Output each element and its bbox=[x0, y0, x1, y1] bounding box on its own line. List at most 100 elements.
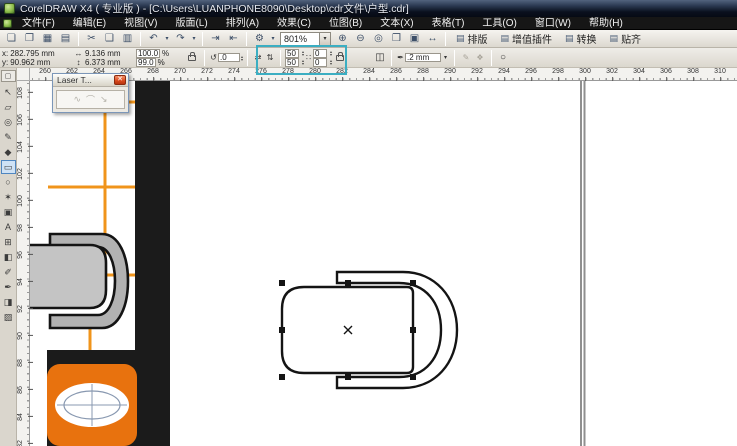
handle-bottom-left[interactable] bbox=[279, 374, 285, 380]
table-tool[interactable]: ⊞ bbox=[1, 235, 16, 249]
symmetry-icon[interactable]: ✎ bbox=[459, 53, 473, 62]
perspective-icon[interactable]: ❖ bbox=[473, 53, 487, 62]
rotation-value[interactable]: .0 bbox=[218, 53, 240, 62]
undo-button[interactable]: ↶ bbox=[145, 31, 162, 47]
mirror-horizontal-button[interactable]: ⇄ bbox=[252, 53, 264, 62]
radius-br-spinner[interactable]: ▴▾ bbox=[330, 59, 332, 65]
ellipse-tool[interactable]: ○ bbox=[1, 175, 16, 189]
interactive-fill-tool[interactable]: ▨ bbox=[1, 310, 16, 324]
handle-middle-left[interactable] bbox=[279, 327, 285, 333]
fill-tool[interactable]: ◨ bbox=[1, 295, 16, 309]
object-height-value[interactable]: 6.373 mm bbox=[85, 58, 121, 67]
scale-h-value[interactable]: 100.0 bbox=[136, 49, 160, 58]
redo-dropdown[interactable]: ▾ bbox=[190, 31, 198, 47]
handle-top-right[interactable] bbox=[410, 280, 416, 286]
radius-link-icon[interactable]: ∷ bbox=[304, 53, 313, 62]
toolbar-button-snap[interactable]: ▤贴齐 bbox=[604, 31, 648, 47]
pick-tool[interactable]: ↖ bbox=[1, 85, 16, 99]
toolbar-button-value-added-plugins[interactable]: ▤增值插件 bbox=[495, 31, 559, 47]
polygon-tool[interactable]: ✶ bbox=[1, 190, 16, 204]
outline-width-value[interactable]: .2 mm bbox=[405, 53, 441, 62]
zoom-all-button[interactable]: ❒ bbox=[388, 31, 405, 47]
toolbar-button-convert[interactable]: ▤转换 bbox=[559, 31, 603, 47]
app-launcher-button[interactable]: ⚙ bbox=[251, 31, 268, 47]
toolbox-top-button[interactable]: ▢ bbox=[1, 70, 16, 82]
menu-item-file[interactable]: 文件(F) bbox=[14, 17, 63, 30]
laser-tool-icon-3[interactable]: ↘ bbox=[100, 94, 108, 105]
menu-item-help[interactable]: 帮助(H) bbox=[581, 17, 631, 30]
close-icon[interactable]: ✕ bbox=[114, 75, 126, 85]
menu-item-bitmaps[interactable]: 位图(B) bbox=[321, 17, 370, 30]
app-launcher-dropdown[interactable]: ▾ bbox=[269, 31, 277, 47]
toilet-tank-shape[interactable] bbox=[30, 245, 106, 308]
paste-button[interactable]: ▥ bbox=[119, 31, 136, 47]
scale-lock-button[interactable] bbox=[188, 55, 196, 61]
menu-item-view[interactable]: 视图(V) bbox=[116, 17, 165, 30]
zoom-tool[interactable]: ◎ bbox=[1, 115, 16, 129]
eyedropper-tool[interactable]: ✐ bbox=[1, 265, 16, 279]
import-button[interactable]: ⇥ bbox=[207, 31, 224, 47]
text-tool[interactable]: A bbox=[1, 220, 16, 234]
open-button[interactable]: ❐ bbox=[21, 31, 38, 47]
undo-dropdown[interactable]: ▾ bbox=[163, 31, 171, 47]
freehand-tool[interactable]: ✎ bbox=[1, 130, 16, 144]
radius-tr-spinner[interactable]: ▴▾ bbox=[330, 50, 332, 56]
mirror-vertical-button[interactable]: ⇅ bbox=[264, 53, 276, 62]
zoom-page-button[interactable]: ▣ bbox=[406, 31, 423, 47]
handle-bottom-right[interactable] bbox=[410, 374, 416, 380]
open-curve-icon[interactable]: ○ bbox=[496, 52, 510, 63]
x-position-value[interactable]: 282.795 mm bbox=[10, 49, 54, 58]
laser-toolbar-titlebar[interactable]: Laser T... ✕ bbox=[53, 74, 128, 87]
radius-top-left-value[interactable]: 50 bbox=[285, 49, 299, 58]
laser-tool-icon-2[interactable]: ⌒ bbox=[86, 93, 95, 106]
rectangle-tool[interactable]: ▭ bbox=[1, 160, 16, 174]
menu-item-effects[interactable]: 效果(C) bbox=[269, 17, 319, 30]
ruler-origin-corner[interactable] bbox=[17, 68, 30, 81]
radius-top-right-value[interactable]: 0 bbox=[313, 49, 327, 58]
wrap-paragraph-text-button[interactable]: ◫ bbox=[373, 52, 387, 63]
laser-tools-floating-toolbar[interactable]: Laser T... ✕ ∿ ⌒ ↘ bbox=[52, 73, 129, 113]
menu-item-table[interactable]: 表格(T) bbox=[424, 17, 473, 30]
smart-fill-tool[interactable]: ◆ bbox=[1, 145, 16, 159]
handle-bottom-center[interactable] bbox=[345, 374, 351, 380]
redo-button[interactable]: ↷ bbox=[172, 31, 189, 47]
menu-item-tools[interactable]: 工具(O) bbox=[474, 17, 524, 30]
export-button[interactable]: ⇤ bbox=[225, 31, 242, 47]
menu-item-layout[interactable]: 版面(L) bbox=[167, 17, 215, 30]
shape-tool[interactable]: ▱ bbox=[1, 100, 16, 114]
scale-v-value[interactable]: 99.0 bbox=[136, 58, 156, 67]
zoom-width-button[interactable]: ↔ bbox=[424, 31, 441, 47]
menu-item-text[interactable]: 文本(X) bbox=[372, 17, 421, 30]
handle-middle-right[interactable] bbox=[410, 327, 416, 333]
save-button[interactable]: ▦ bbox=[39, 31, 56, 47]
rotation-spinner[interactable]: ▴▾ bbox=[241, 55, 243, 61]
menu-item-arrange[interactable]: 排列(A) bbox=[218, 17, 267, 30]
cut-button[interactable]: ✂ bbox=[83, 31, 100, 47]
vertical-ruler[interactable]: 108106104102100989694929088868482 bbox=[17, 81, 30, 446]
laser-tool-icon-1[interactable]: ∿ bbox=[73, 94, 81, 105]
copy-button[interactable]: ❑ bbox=[101, 31, 118, 47]
zoom-out-button[interactable]: ⊖ bbox=[352, 31, 369, 47]
drawing-canvas[interactable] bbox=[30, 81, 737, 446]
new-button[interactable]: ❏ bbox=[3, 31, 20, 47]
zoom-selected-button[interactable]: ◎ bbox=[370, 31, 387, 47]
radius-lock-button[interactable] bbox=[336, 55, 344, 61]
radius-bottom-left-value[interactable]: 50 bbox=[285, 58, 299, 67]
handle-top-left[interactable] bbox=[279, 280, 285, 286]
object-width-value[interactable]: 9.136 mm bbox=[85, 49, 121, 58]
menu-item-edit[interactable]: 编辑(E) bbox=[65, 17, 114, 30]
handle-top-center[interactable] bbox=[345, 280, 351, 286]
zoom-level-value[interactable]: 801% bbox=[280, 32, 320, 46]
blend-tool[interactable]: ◧ bbox=[1, 250, 16, 264]
basic-shapes-tool[interactable]: ▣ bbox=[1, 205, 16, 219]
y-position-value[interactable]: 90.962 mm bbox=[10, 58, 50, 67]
menu-item-window[interactable]: 窗口(W) bbox=[527, 17, 579, 30]
zoom-in-button[interactable]: ⊕ bbox=[334, 31, 351, 47]
print-button[interactable]: ▤ bbox=[57, 31, 74, 47]
radius-bottom-right-value[interactable]: 0 bbox=[313, 58, 327, 67]
zoom-level-dropdown-icon[interactable]: ▾ bbox=[320, 32, 331, 46]
zoom-level-combo[interactable]: 801%▾ bbox=[280, 32, 331, 46]
toolbar-button-layout-plugin[interactable]: ▤排版 bbox=[450, 31, 494, 47]
outline-pen-tool[interactable]: ✒ bbox=[1, 280, 16, 294]
title-bar[interactable]: CorelDRAW X4 ( 专业版 ) - [C:\Users\LUANPHO… bbox=[0, 0, 737, 17]
